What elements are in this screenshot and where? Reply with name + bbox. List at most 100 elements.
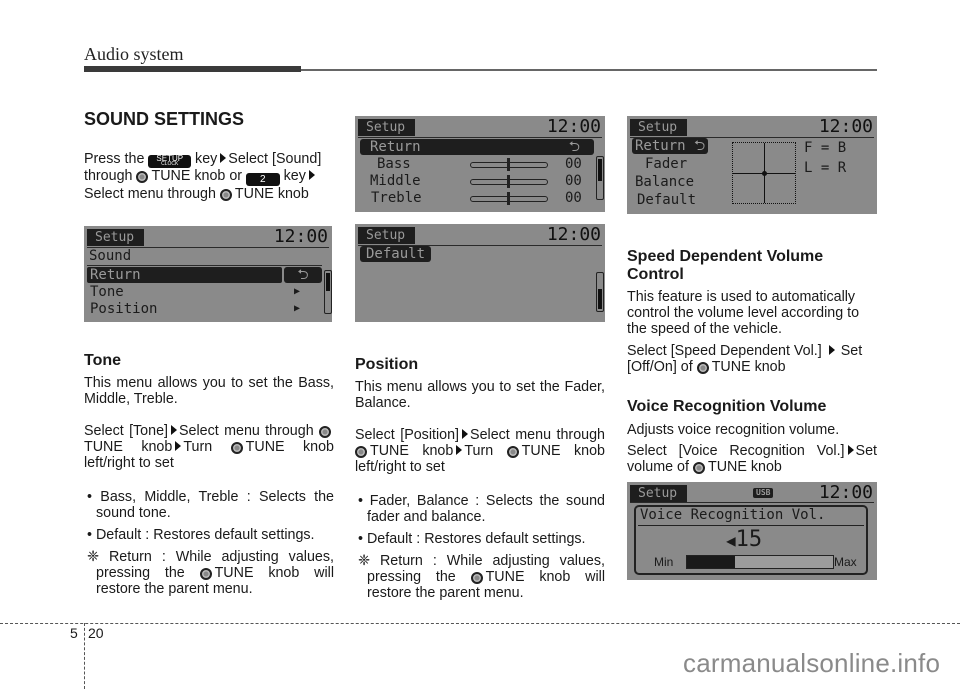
return-icon: ⮌ (568, 139, 580, 155)
treble-slider[interactable] (470, 192, 548, 205)
speed-volume-heading: Speed Dependent Volume Control (627, 248, 824, 283)
scrollbar[interactable] (596, 156, 604, 200)
menu-item-default[interactable]: Default (360, 246, 432, 262)
page-heading: SOUND SETTINGS (84, 109, 245, 129)
tone-note: ❈ Return : While adjusting values, press… (87, 549, 334, 597)
middle-label: Middle (370, 173, 421, 189)
tune-knob-icon (692, 462, 705, 474)
tune-knob-icon (696, 362, 709, 374)
tune-knob-icon (470, 572, 483, 584)
arrow-right-icon (847, 445, 854, 455)
tone-section: Tone This menu allows you to set the Bas… (84, 352, 334, 597)
voice-volume-instructions: Select [Voice Recognition Vol.] Set volum… (627, 443, 877, 475)
tune-knob-icon (230, 442, 243, 454)
section-title: Audio system (84, 44, 184, 64)
column-1: SOUND SETTINGS Press the SETUP CLOCK key S… (84, 109, 334, 203)
menu-item-tone[interactable]: Tone (90, 284, 124, 300)
balance-value: L = R (804, 160, 847, 176)
arrow-right-icon (828, 345, 835, 355)
position-marker (762, 171, 767, 176)
return-icon[interactable]: ⮌ (284, 267, 322, 283)
screen-tab: Setup (630, 119, 688, 136)
menu-item-default[interactable]: Default (637, 192, 696, 208)
bass-slider[interactable] (470, 158, 548, 171)
tune-knob-icon (319, 426, 331, 438)
treble-value: 00 (565, 190, 582, 206)
position-description: This menu allows you to set the Fader, B… (355, 379, 605, 411)
volume-panel: Voice Recognition Vol. ◀15 Min Max (634, 505, 868, 575)
middle-slider[interactable] (470, 175, 548, 188)
screen-clock: 12:00 (546, 224, 601, 245)
position-heading: Position (355, 356, 419, 373)
fader-value: F = B (804, 140, 847, 156)
tone-instructions: Select [Tone] Select menu through TUNE kn… (84, 423, 334, 471)
screen-tab: Setup (630, 485, 688, 502)
speed-volume-instructions: Select [Speed Dependent Vol.] Set [Off/O… (627, 343, 863, 375)
volume-min-label: Min (654, 555, 674, 569)
setup-clock-key: SETUP CLOCK (148, 155, 192, 168)
tone-screen: Setup 12:00 Return ⮌ Bass 00 Middle 00 Tr… (355, 116, 605, 212)
volume-max-label: Max (834, 555, 857, 569)
screen-tab: Setup (87, 229, 145, 246)
tune-knob-icon (219, 189, 232, 201)
menu-item-return[interactable]: Return (87, 267, 282, 283)
middle-value: 00 (565, 173, 582, 189)
tone-heading: Tone (84, 352, 122, 369)
intro-instructions: Press the SETUP CLOCK key Select [Sound] t… (84, 151, 322, 202)
screen-clock: 12:00 (546, 116, 601, 137)
voice-volume-description: Adjusts voice recognition volume. (627, 422, 840, 438)
screen-tab: Setup (358, 119, 416, 136)
voice-volume-heading: Voice Recognition Volume (627, 398, 827, 415)
return-row[interactable]: Return ⮌ (360, 139, 594, 155)
header-rule (301, 69, 877, 71)
tune-knob-icon (355, 446, 367, 458)
chapter-number: 5 (70, 625, 78, 641)
tune-knob-icon (199, 568, 212, 580)
arrow-right-icon (308, 170, 315, 180)
voice-volume-section: Voice Recognition Volume Adjusts voice r… (627, 398, 877, 475)
arrow-right-icon: ▶ (294, 303, 301, 314)
position-instructions: Select [Position] Select menu through TUN… (355, 427, 605, 475)
volume-bar-fill (687, 556, 736, 568)
bass-value: 00 (565, 156, 582, 172)
position-note: ❈ Return : While adjusting values, press… (358, 553, 605, 601)
tone-bullet: • Bass, Middle, Treble : Selects the sou… (87, 489, 335, 521)
watermark: carmanualsonline.info (683, 648, 941, 678)
return-icon: ⮌ (694, 138, 706, 154)
header-bar (84, 66, 301, 72)
arrow-right-icon (220, 153, 227, 163)
arrow-right-icon (175, 441, 182, 451)
fader-balance-grid[interactable] (732, 142, 796, 204)
screen-title: Sound (89, 248, 132, 264)
menu-item-balance[interactable]: Balance (635, 174, 694, 190)
menu-item-fader[interactable]: Fader (645, 156, 687, 172)
tune-knob-icon (506, 446, 519, 458)
voice-volume-screen: Setup USB 12:00 Voice Recognition Vol. ◀… (627, 482, 877, 580)
screen-clock: 12:00 (818, 482, 873, 503)
menu-item-position[interactable]: Position (90, 301, 157, 317)
screen-clock: 12:00 (818, 116, 873, 137)
speed-volume-section: Speed Dependent Volume Control This feat… (627, 248, 877, 375)
page-number: 20 (88, 625, 104, 641)
scrollbar[interactable] (596, 272, 604, 312)
volume-bar[interactable] (686, 555, 834, 569)
menu-item-return[interactable]: Return ⮌ (632, 138, 709, 154)
footer-divider (0, 623, 960, 624)
usb-icon: USB (753, 488, 774, 498)
scrollbar[interactable] (324, 270, 332, 314)
sound-menu-screen: Setup 12:00 Sound Return ⮌ Tone ▶ Positi… (84, 226, 332, 322)
screen-clock: 12:00 (273, 226, 328, 247)
arrow-right-icon: ▶ (294, 286, 301, 297)
arrow-right-icon (171, 425, 178, 435)
position-screen: Setup 12:00 Return ⮌ Fader Balance Defau… (627, 116, 877, 214)
speaker-icon: ◀ (726, 531, 736, 550)
volume-readout: ◀15 (726, 527, 763, 552)
key-2: 2 (246, 173, 280, 186)
position-section: Position This menu allows you to set the… (355, 356, 605, 601)
arrow-right-icon (462, 429, 469, 439)
tone-description: This menu allows you to set the Bass, Mi… (84, 375, 334, 407)
default-screen: Setup 12:00 Default (355, 224, 605, 322)
tune-knob-icon (136, 171, 149, 183)
position-bullet: • Fader, Balance : Selects the sound fad… (358, 493, 605, 525)
position-bullet: • Default : Restores default settings. (358, 531, 586, 547)
